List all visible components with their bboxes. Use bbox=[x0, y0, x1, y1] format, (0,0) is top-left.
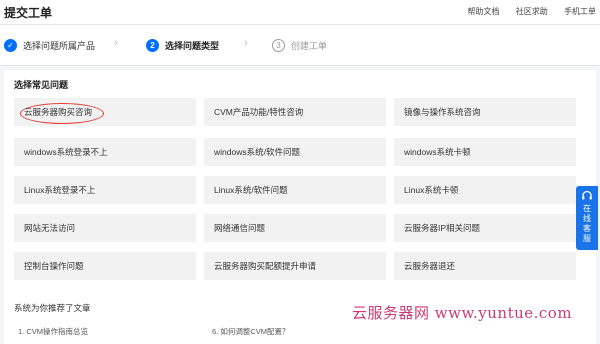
faq-tile-cvm-purchase[interactable]: 云服务器购买咨询 bbox=[14, 98, 196, 126]
chevron-right-icon: › bbox=[114, 37, 118, 49]
recommend-title: 系统为你推荐了文章 bbox=[14, 303, 91, 313]
tile-label: 控制台操作问题 bbox=[24, 261, 84, 271]
tile-label: Linux系统登录不上 bbox=[24, 185, 96, 195]
faq-tile[interactable]: 网站无法访问 bbox=[14, 214, 196, 242]
step-label: 选择问题所属产品 bbox=[23, 40, 96, 51]
step-number-badge: 3 bbox=[272, 38, 285, 52]
help-docs-link[interactable]: 帮助文档 bbox=[468, 7, 500, 16]
step-label: 选择问题类型 bbox=[165, 40, 220, 51]
recommended-article-link[interactable]: 6. 如何调整CVM配置？ bbox=[212, 326, 290, 337]
tile-label: 云服务器购买咨询 bbox=[24, 107, 93, 117]
top-header: 提交工单 帮助文档 社区求助 手机工单 bbox=[0, 0, 600, 25]
header-links: 帮助文档 社区求助 手机工单 bbox=[454, 6, 596, 17]
tile-label: Linux系统卡顿 bbox=[404, 185, 459, 195]
check-icon: ✓ bbox=[4, 38, 17, 52]
faq-tile[interactable]: Linux系统卡顿 bbox=[394, 176, 576, 204]
headset-icon bbox=[582, 190, 592, 200]
tile-label: 镜像与操作系统咨询 bbox=[404, 107, 481, 117]
step-select-problem-type: 2 选择问题类型 bbox=[146, 37, 219, 53]
chevron-right-icon: › bbox=[244, 37, 248, 49]
step-progress-bar: ✓ 选择问题所属产品 › 2 选择问题类型 › 3 创建工单 bbox=[0, 25, 600, 66]
community-help-link[interactable]: 社区求助 bbox=[516, 7, 548, 16]
mobile-ticket-link[interactable]: 手机工单 bbox=[564, 7, 596, 16]
section-title: 选择常见问题 bbox=[14, 80, 69, 90]
tile-label: 网络通信问题 bbox=[214, 223, 266, 233]
online-service-label: 在线客服 bbox=[583, 204, 591, 243]
tile-label: 云服务器购买配额提升申请 bbox=[214, 261, 317, 271]
step-select-product[interactable]: ✓ 选择问题所属产品 bbox=[4, 37, 95, 53]
step-create-ticket: 3 创建工单 bbox=[272, 37, 327, 53]
faq-tile[interactable]: 控制台操作问题 bbox=[14, 252, 196, 280]
faq-tile[interactable]: 云服务器购买配额提升申请 bbox=[204, 252, 386, 280]
faq-tile[interactable]: CVM产品功能/特性咨询 bbox=[204, 98, 386, 126]
faq-tile[interactable]: Linux系统/软件问题 bbox=[204, 176, 386, 204]
step-number-badge: 2 bbox=[146, 38, 159, 52]
faq-tile[interactable]: windows系统卡顿 bbox=[394, 138, 576, 166]
tile-label: 网站无法访问 bbox=[24, 223, 76, 233]
tile-label: windows系统/软件问题 bbox=[214, 147, 300, 157]
page-title: 提交工单 bbox=[4, 6, 53, 20]
watermark-text: 云服务器网 www.yuntue.com bbox=[352, 304, 573, 322]
faq-tile[interactable]: 云服务器IP相关问题 bbox=[394, 214, 576, 242]
tile-label: 云服务器退还 bbox=[404, 261, 456, 271]
faq-tile[interactable]: windows系统登录不上 bbox=[14, 138, 196, 166]
faq-tile[interactable]: 网络通信问题 bbox=[204, 214, 386, 242]
tile-label: CVM产品功能/特性咨询 bbox=[214, 107, 304, 117]
step-label: 创建工单 bbox=[291, 40, 328, 51]
faq-tile[interactable]: Linux系统登录不上 bbox=[14, 176, 196, 204]
online-service-button[interactable]: 在线客服 bbox=[576, 186, 598, 250]
faq-tile[interactable]: 云服务器退还 bbox=[394, 252, 576, 280]
tile-label: windows系统卡顿 bbox=[404, 147, 471, 157]
faq-tile[interactable]: windows系统/软件问题 bbox=[204, 138, 386, 166]
faq-tile[interactable]: 镜像与操作系统咨询 bbox=[394, 98, 576, 126]
tile-label: windows系统登录不上 bbox=[24, 147, 108, 157]
tile-label: 云服务器IP相关问题 bbox=[404, 223, 481, 233]
tile-label: Linux系统/软件问题 bbox=[214, 185, 288, 195]
recommended-article-link[interactable]: 1. CVM操作指南总览 bbox=[18, 326, 88, 337]
